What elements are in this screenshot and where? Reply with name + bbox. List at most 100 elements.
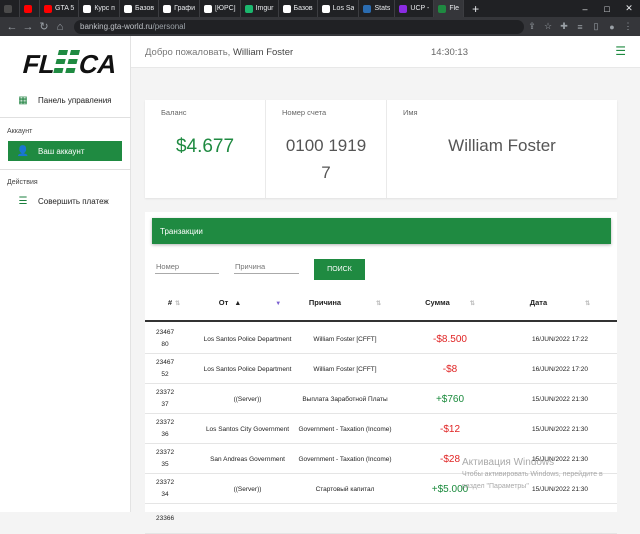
balance-label: Баланс <box>161 108 187 117</box>
tab-title: Imgur <box>255 5 274 12</box>
cell-reason: Выплата Заработной Платы <box>302 395 388 403</box>
transaction-id: 23372 37 <box>145 384 185 414</box>
tab-title: Курс п <box>94 5 115 12</box>
tab-favicon-icon <box>24 4 32 13</box>
home-icon[interactable]: ⌂ <box>52 21 68 33</box>
browser-tab[interactable] <box>20 0 40 17</box>
tab-title: [ЮРС] <box>214 5 236 12</box>
cell-reason: William Foster [CFFT] <box>313 365 377 373</box>
table-row[interactable]: 23467 52 Los Santos Police Department Willi… <box>145 354 617 384</box>
chrome-menu-icon[interactable]: ⋮ <box>620 21 636 32</box>
section-label-account: Аккаунт <box>7 128 33 135</box>
share-icon[interactable]: ⇪ <box>524 21 540 32</box>
bookmark-star-icon[interactable]: ☆ <box>540 21 556 32</box>
transaction-id-line1: 23372 <box>156 449 175 456</box>
name-label: Имя <box>403 108 418 117</box>
cell-amount <box>405 504 495 534</box>
browser-tab[interactable]: Графи <box>159 0 200 17</box>
list-icon: ☰ <box>18 195 28 207</box>
browser-tab[interactable] <box>0 0 20 17</box>
transaction-id-line2: 52 <box>161 371 169 378</box>
tab-favicon-icon <box>282 4 291 13</box>
transaction-id: 23366 <box>145 504 185 534</box>
column-header-amount[interactable]: Сумма ⇅ <box>405 292 495 322</box>
transaction-id-line2: 80 <box>161 341 169 348</box>
sort-icon: ⇅ <box>376 301 382 307</box>
transaction-id: 23372 35 <box>145 444 185 474</box>
browser-tab[interactable]: Los Sa <box>318 0 360 17</box>
welcome-text: Добро пожаловать, William Foster <box>145 47 293 58</box>
sidebar-item-payment[interactable]: ☰ Совершить платеж <box>8 191 122 211</box>
welcome-label: Добро пожаловать, <box>145 47 231 58</box>
browser-tab-strip: GTA 5 Курс п Базов Графи [ЮРС] Imgur Базов Los … <box>0 0 640 17</box>
name-card: Имя William Foster <box>387 100 617 198</box>
new-tab-button[interactable]: + <box>472 2 479 16</box>
divider <box>0 169 131 170</box>
watermark-line3: раздел "Параметры" <box>462 483 529 490</box>
table-row[interactable]: 23372 37 ((Server)) Выплата Заработной Плат… <box>145 384 617 414</box>
tab-title: GTA 5 <box>55 5 75 12</box>
transaction-id-line1: 23372 <box>156 389 175 396</box>
column-header-reason[interactable]: Причина ⇅ <box>280 292 410 322</box>
browser-tab[interactable]: Базов <box>120 0 160 17</box>
reason-filter-input[interactable] <box>234 260 299 274</box>
transaction-id-line2: 36 <box>161 431 169 438</box>
account-number-card: Номер счета 0100 1919 7 <box>266 100 386 198</box>
close-window-button[interactable]: ✕ <box>618 3 640 14</box>
browser-tab[interactable]: UCP - <box>395 0 435 17</box>
browser-tab[interactable]: [ЮРС] <box>200 0 241 17</box>
cell-amount: -$8 <box>442 363 458 375</box>
browser-tab[interactable]: Imgur <box>241 0 279 17</box>
sidebar-item-dashboard[interactable]: ▦ Панель управления <box>8 90 122 110</box>
divider <box>0 117 131 118</box>
sidepanel-icon[interactable]: ▯ <box>588 21 604 32</box>
address-bar[interactable]: banking.gta-world.ru/personal <box>74 19 524 34</box>
search-button[interactable]: ПОИСК <box>314 259 365 280</box>
transaction-id: 23372 36 <box>145 414 185 444</box>
browser-tab[interactable]: Базов <box>279 0 318 17</box>
cell-amount: -$8.500 <box>433 333 467 345</box>
tab-favicon-icon <box>363 4 372 13</box>
tab-title: Stats <box>374 5 391 12</box>
table-row[interactable]: 23366 <box>145 504 617 534</box>
column-header-label: Причина <box>308 298 342 307</box>
tab-title: Базов <box>134 5 155 12</box>
browser-tab[interactable]: Stats <box>359 0 396 17</box>
cell-date: 15/JUN/2022 21:30 <box>531 425 588 433</box>
tab-title: UCP - <box>410 5 430 12</box>
number-filter-input[interactable] <box>155 260 219 274</box>
watermark-title: Активация Windows <box>462 457 555 468</box>
url-host: banking.gta-world.ru <box>80 22 153 31</box>
table-row[interactable]: 23467 80 Los Santos Police Department Willi… <box>145 324 617 354</box>
extensions-icon[interactable]: ✚ <box>556 21 572 32</box>
hamburger-menu-icon[interactable]: ☰ <box>615 44 626 58</box>
reload-icon[interactable]: ↻ <box>36 20 52 33</box>
sort-icon: ⇅ <box>175 301 181 307</box>
column-header-date[interactable]: Дата ⇅ <box>495 292 625 322</box>
reading-list-icon[interactable]: ≡ <box>572 22 588 32</box>
forward-icon[interactable]: → <box>20 21 36 33</box>
browser-tab[interactable]: Курс п <box>79 0 120 17</box>
tab-title: Графи <box>174 5 195 12</box>
transactions-title: Транзакции <box>152 218 611 244</box>
table-row[interactable]: 23372 36 Los Santos City Government Governm… <box>145 414 617 444</box>
top-bar: Добро пожаловать, William Foster 14:30:1… <box>131 36 640 68</box>
back-icon[interactable]: ← <box>4 21 20 33</box>
tab-favicon-icon <box>438 4 447 13</box>
tab-title: Los Sa <box>332 5 355 12</box>
account-summary-cards: Баланс $4.677 Номер счета 0100 1919 7 Им… <box>145 100 617 198</box>
tab-favicon-icon <box>123 4 132 13</box>
minimize-button[interactable]: – <box>574 4 596 14</box>
browser-tab[interactable]: Fle <box>434 0 465 17</box>
column-header-label: От <box>218 298 229 307</box>
sidebar-item-account[interactable]: 👤 Ваш аккаунт <box>8 141 122 161</box>
profile-icon[interactable]: ● <box>604 22 620 32</box>
browser-tab[interactable]: GTA 5 <box>40 0 80 17</box>
section-label-actions: Действия <box>7 179 38 186</box>
cell-date: 16/JUN/2022 17:22 <box>531 335 588 343</box>
maximize-button[interactable]: □ <box>596 4 618 14</box>
cell-amount: +$760 <box>435 393 465 405</box>
tab-favicon-icon <box>163 4 172 13</box>
sort-icon: ⇅ <box>585 301 591 307</box>
tab-favicon-icon <box>44 4 52 13</box>
